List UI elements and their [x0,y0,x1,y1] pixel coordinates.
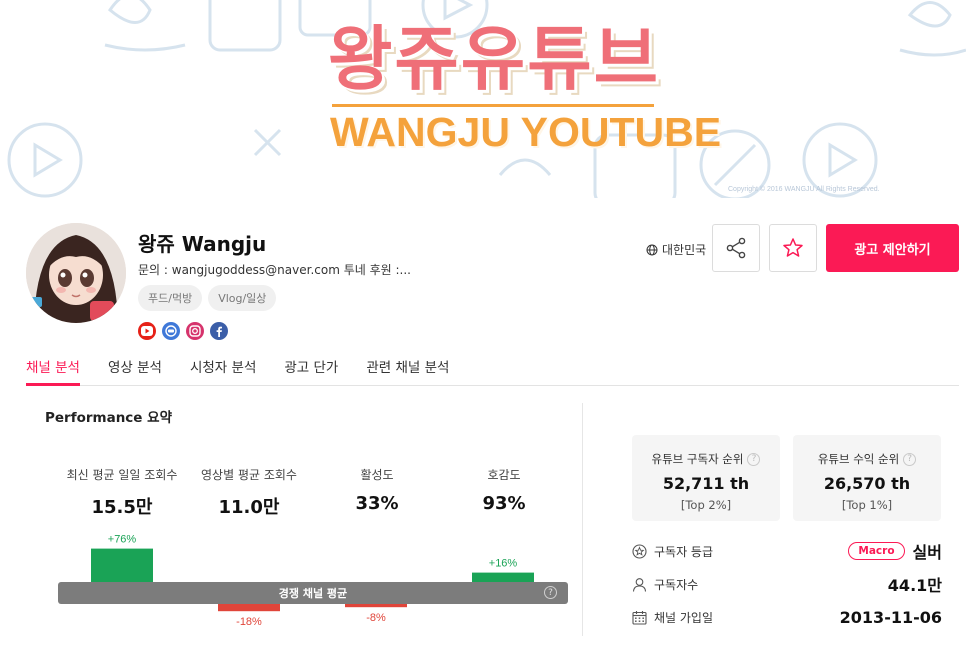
metric-daily-views: 최신 평균 일일 조회수 15.5만 [57,466,187,519]
metric-label: 최신 평균 일일 조회수 [66,468,178,482]
star-icon [783,238,803,257]
metric-value: 15.5만 [91,497,153,518]
channel-avatar [26,223,126,323]
channel-banner: 왕쥬유튜브 WANGJU YOUTUBE Copyright © 2016 WA… [0,0,966,198]
metric-value: 11.0만 [218,497,280,518]
rank-label: 유튜브 구독자 순위 [651,452,744,466]
help-icon[interactable]: ? [544,586,557,599]
blog-icon[interactable] [162,322,180,340]
subscribers-label: 구독자수 [654,577,699,592]
channel-description: 문의 : wangjugoddess@naver.com 투네 후원 :... [138,263,411,277]
metric-value: 93% [482,493,526,514]
join-date-value: 2013-11-06 [839,607,942,627]
metric-label: 활성도 [360,468,394,482]
section-divider [582,403,583,636]
banner-title-english: WANGJU YOUTUBE [330,109,722,155]
category-tag[interactable]: Vlog/일상 [208,285,277,311]
tab-audience-analysis[interactable]: 시청자 분석 [190,356,256,386]
delta-label: +76% [108,534,137,546]
metric-label: 영상별 평균 조회수 [201,468,297,482]
delta-label: -8% [366,612,386,624]
join-date-row: 채널 가입일 2013-11-06 [632,605,942,629]
delta-label: -18% [236,616,262,628]
share-button[interactable] [712,224,760,272]
performance-title: Performance 요약 [45,410,172,426]
delta-bar [91,548,153,583]
country-name: 대한민국 [662,243,707,257]
category-tag[interactable]: 푸드/먹방 [138,285,203,311]
baseline-label: 경쟁 채널 평균 [278,587,348,600]
banner-copyright: Copyright © 2016 WANGJU All Rights Reser… [728,186,880,193]
rank-label: 유튜브 수익 순위 [817,452,900,466]
category-tags: 푸드/먹방 Vlog/일상 [138,285,277,311]
badge-icon [632,543,647,559]
rank-value: 26,570 th [823,474,911,493]
country-label: 대한민국 [646,241,706,258]
help-icon[interactable]: ? [903,452,917,466]
rank-top-percent: [Top 2%] [680,498,732,512]
performance-delta-chart: +76% -18% -8% +16% [91,534,534,628]
tab-channel-analysis[interactable]: 채널 분석 [26,356,80,386]
help-icon[interactable]: ? [747,452,761,466]
metric-avg-views: 영상별 평균 조회수 11.0만 [184,466,314,519]
grade-badge: Macro [848,542,905,560]
revenue-rank-card: 유튜브 수익 순위? 26,570 th [Top 1%] [793,435,941,521]
banner-title-korean: 왕쥬유튜브 [328,18,660,100]
channel-name: 왕쥬 Wangju [138,232,267,256]
social-links [138,322,228,340]
subscriber-rank-card: 유튜브 구독자 순위? 52,711 th [Top 2%] [632,435,780,521]
favorite-button[interactable] [769,224,817,272]
delta-label: +16% [489,558,518,570]
instagram-icon[interactable] [186,322,204,340]
share-icon [726,237,746,259]
tab-video-analysis[interactable]: 영상 분석 [108,356,162,386]
calendar-icon [632,610,647,625]
metric-favorability: 호감도 93% [439,466,569,514]
rank-top-percent: [Top 1%] [841,498,893,512]
person-icon [632,577,647,592]
join-date-label: 채널 가입일 [654,610,714,625]
grade-value: 실버 [912,543,942,562]
youtube-icon[interactable] [138,322,156,340]
facebook-icon[interactable] [210,322,228,340]
metric-label: 호감도 [487,468,521,482]
metric-activity: 활성도 33% [312,466,442,514]
subscriber-count-row: 구독자수 44.1만 [632,572,942,596]
ad-proposal-button[interactable]: 광고 제안하기 [826,224,959,272]
metric-value: 33% [355,493,399,514]
rank-value: 52,711 th [662,474,750,493]
subscriber-grade-row: 구독자 등급 Macro 실버 [632,539,942,563]
subscribers-value: 44.1만 [887,576,942,595]
tab-ad-price[interactable]: 광고 단가 [284,356,338,386]
globe-icon [646,244,658,255]
grade-label: 구독자 등급 [654,544,714,559]
channel-tabs: 채널 분석 영상 분석 시청자 분석 광고 단가 관련 채널 분석 [26,356,959,386]
tab-related-channels[interactable]: 관련 채널 분석 [366,356,449,386]
competitor-average-bar: 경쟁 채널 평균 ? [58,582,568,604]
banner-underline [332,104,654,107]
